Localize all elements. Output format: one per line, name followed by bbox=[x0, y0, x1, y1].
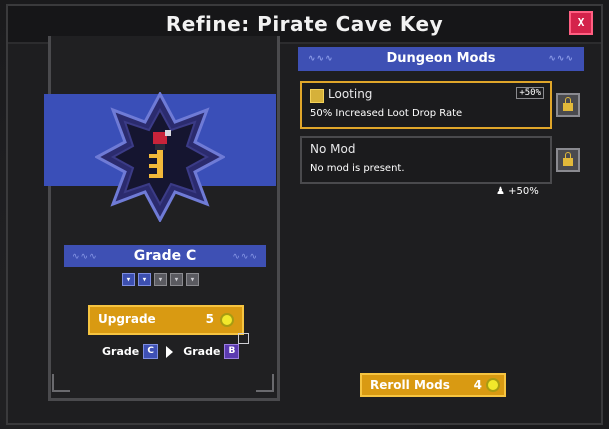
grade-pips: ▾ ▾ ▾ ▾ ▾ bbox=[122, 273, 199, 286]
upgrade-cost: 5 bbox=[205, 312, 214, 326]
corner-ornament bbox=[256, 374, 274, 392]
mod-name: No Mod bbox=[310, 142, 356, 156]
grade-pip: ▾ bbox=[170, 273, 183, 286]
close-button[interactable]: X bbox=[569, 11, 593, 35]
mod-bonus: ♟ +50% bbox=[496, 186, 539, 197]
to-grade-prefix: Grade bbox=[183, 345, 221, 358]
mod-description: No mod is present. bbox=[310, 163, 405, 174]
grade-pip: ▾ bbox=[186, 273, 199, 286]
grade-label: Grade C bbox=[133, 248, 197, 264]
dungeon-mods-title: Dungeon Mods bbox=[386, 51, 496, 66]
window-title: Refine: Pirate Cave Key bbox=[165, 12, 444, 36]
mod-description: 50% Increased Loot Drop Rate bbox=[310, 108, 463, 119]
dungeon-mods-header: ∿∿∿ Dungeon Mods ∿∿∿ bbox=[298, 47, 584, 71]
item-badge bbox=[93, 90, 227, 224]
expand-icon[interactable] bbox=[238, 333, 249, 344]
upgrade-label: Upgrade bbox=[98, 312, 156, 326]
mod-name: Looting bbox=[328, 87, 373, 101]
grade-pip: ▾ bbox=[138, 273, 151, 286]
ribbon-ornament: ∿∿∿ bbox=[548, 54, 574, 64]
reroll-cost: 4 bbox=[473, 378, 482, 392]
ribbon-ornament: ∿∿∿ bbox=[308, 54, 334, 64]
mod-tag: +50% bbox=[516, 87, 544, 99]
arrow-right-icon bbox=[166, 345, 174, 358]
reroll-label: Reroll Mods bbox=[370, 378, 450, 392]
ribbon-ornament: ∿∿∿ bbox=[232, 252, 258, 262]
grade-pip: ▾ bbox=[154, 273, 167, 286]
grade-transition: Grade C Grade B bbox=[102, 344, 240, 359]
to-grade-chip: B bbox=[224, 344, 240, 359]
from-grade-chip: C bbox=[143, 344, 159, 359]
coin-icon bbox=[486, 378, 500, 392]
corner-ornament bbox=[52, 374, 70, 392]
grade-pip: ▾ bbox=[122, 273, 135, 286]
lock-icon bbox=[563, 151, 573, 166]
ribbon-ornament: ∿∿∿ bbox=[72, 252, 98, 262]
pirate-key-icon bbox=[149, 130, 171, 178]
lock-button[interactable] bbox=[556, 93, 580, 117]
bonus-value: +50% bbox=[508, 186, 539, 197]
mod-card[interactable]: Looting +50% 50% Increased Loot Drop Rat… bbox=[300, 81, 552, 129]
bonus-icon: ♟ bbox=[496, 186, 505, 197]
coin-icon bbox=[220, 313, 234, 327]
lock-button[interactable] bbox=[556, 148, 580, 172]
mod-card[interactable]: No Mod No mod is present. bbox=[300, 136, 552, 184]
loot-icon bbox=[310, 89, 324, 103]
lock-icon bbox=[563, 96, 573, 111]
grade-banner: ∿∿∿ Grade C ∿∿∿ bbox=[64, 245, 266, 267]
from-grade-prefix: Grade bbox=[102, 345, 140, 358]
upgrade-button[interactable]: Upgrade 5 bbox=[88, 305, 244, 335]
reroll-mods-button[interactable]: Reroll Mods 4 bbox=[360, 373, 506, 397]
